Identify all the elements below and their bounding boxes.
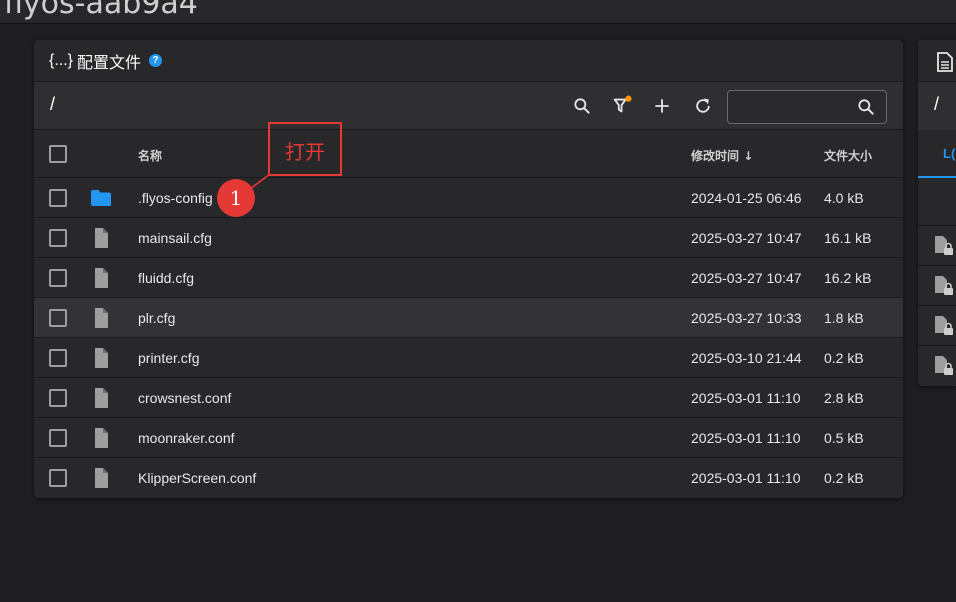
file-name: fluidd.cfg	[138, 270, 195, 286]
add-icon[interactable]	[650, 94, 674, 118]
annotation-number: 1	[229, 186, 243, 210]
side-panel-header	[918, 40, 956, 82]
row-checkbox[interactable]	[49, 229, 67, 247]
file-name: crowsnest.conf	[138, 390, 232, 406]
file-name: printer.cfg	[138, 350, 200, 366]
panel-header: {...} 配置文件 ?	[34, 40, 903, 82]
table-row[interactable]: moonraker.conf 2025-03-01 11:10 0.5 kB	[34, 418, 903, 458]
file-modified: 2025-03-01 11:10	[691, 430, 801, 446]
column-modified-header[interactable]: 修改时间 ↓	[691, 147, 753, 164]
file-modified: 2025-03-01 11:10	[691, 470, 801, 486]
file-name: mainsail.cfg	[138, 230, 212, 246]
search-field-icon	[856, 97, 876, 122]
file-name: .flyos-config	[138, 190, 213, 206]
list-item[interactable]	[918, 306, 956, 346]
filter-icon[interactable]	[610, 94, 634, 118]
file-icon	[95, 428, 108, 448]
file-icon	[95, 228, 108, 248]
table-row[interactable]: KlipperScreen.conf 2025-03-01 11:10 0.2 …	[34, 458, 903, 498]
side-panel: / L(	[918, 40, 956, 386]
file-size: 4.0 kB	[824, 190, 864, 206]
column-size-header[interactable]: 文件大小	[824, 147, 872, 164]
app-header: flyos-aab9a4	[0, 0, 956, 24]
locked-file-icon	[935, 276, 953, 295]
config-files-panel: {...} 配置文件 ? / 名称 修改时间 ↓ 文件大小 .flyos-con…	[34, 40, 903, 498]
column-modified-label: 修改时间	[691, 149, 740, 163]
locked-file-icon	[935, 236, 953, 255]
file-icon	[95, 268, 108, 288]
search-icon[interactable]	[570, 94, 594, 118]
refresh-icon[interactable]	[691, 94, 715, 118]
side-panel-tab-label: L(	[943, 146, 956, 161]
file-toolbar: /	[34, 82, 903, 130]
file-size: 16.1 kB	[824, 230, 872, 246]
annotation-callout: 打开	[268, 122, 342, 176]
file-list: .flyos-config 2024-01-25 06:46 4.0 kB ma…	[34, 178, 903, 498]
file-size: 2.8 kB	[824, 390, 864, 406]
table-row[interactable]: printer.cfg 2025-03-10 21:44 0.2 kB	[34, 338, 903, 378]
side-panel-toolbar: /	[918, 82, 956, 130]
table-row[interactable]: crowsnest.conf 2025-03-01 11:10 2.8 kB	[34, 378, 903, 418]
file-modified: 2025-03-10 21:44	[691, 350, 802, 366]
annotation-label: 打开	[285, 140, 325, 164]
side-panel-path: /	[934, 94, 940, 114]
table-row[interactable]: plr.cfg 2025-03-27 10:33 1.8 kB	[34, 298, 903, 338]
file-size: 1.8 kB	[824, 310, 864, 326]
locked-file-icon	[935, 356, 953, 375]
file-icon	[95, 388, 108, 408]
locked-file-icon	[935, 316, 953, 335]
file-size: 0.5 kB	[824, 430, 864, 446]
row-checkbox[interactable]	[49, 309, 67, 327]
row-checkbox[interactable]	[49, 469, 67, 487]
column-name-header[interactable]: 名称	[138, 147, 162, 164]
file-icon	[95, 308, 108, 328]
table-row[interactable]: mainsail.cfg 2025-03-27 10:47 16.1 kB	[34, 218, 903, 258]
file-modified: 2024-01-25 06:46	[691, 190, 802, 206]
sort-arrow-icon: ↓	[743, 149, 754, 163]
list-item[interactable]	[918, 226, 956, 266]
row-checkbox[interactable]	[49, 429, 67, 447]
window-title: flyos-aab9a4	[4, 0, 198, 21]
file-name: KlipperScreen.conf	[138, 470, 257, 486]
row-checkbox[interactable]	[49, 269, 67, 287]
file-modified: 2025-03-01 11:10	[691, 390, 801, 406]
side-panel-table-header	[918, 178, 956, 226]
annotation-step-badge: 1	[217, 179, 255, 217]
file-modified: 2025-03-27 10:33	[691, 310, 802, 326]
row-checkbox[interactable]	[49, 349, 67, 367]
file-size: 0.2 kB	[824, 470, 864, 486]
help-icon[interactable]: ?	[149, 54, 163, 67]
select-all-checkbox[interactable]	[49, 145, 67, 163]
list-item[interactable]	[918, 346, 956, 386]
file-name: plr.cfg	[138, 310, 176, 326]
document-icon	[937, 52, 953, 72]
file-modified: 2025-03-27 10:47	[691, 230, 802, 246]
file-icon	[95, 468, 108, 488]
folder-icon	[91, 190, 111, 206]
row-checkbox[interactable]	[49, 189, 67, 207]
config-braces-icon: {...}	[49, 51, 74, 69]
list-item[interactable]	[918, 266, 956, 306]
search-input[interactable]	[734, 97, 849, 117]
panel-title: 配置文件	[77, 52, 142, 72]
file-modified: 2025-03-27 10:47	[691, 270, 802, 286]
table-row[interactable]: .flyos-config 2024-01-25 06:46 4.0 kB	[34, 178, 903, 218]
row-checkbox[interactable]	[49, 389, 67, 407]
file-size: 0.2 kB	[824, 350, 864, 366]
file-name: moonraker.conf	[138, 430, 235, 446]
side-panel-tab[interactable]: L(	[918, 130, 956, 178]
current-path: /	[50, 94, 56, 114]
table-row[interactable]: fluidd.cfg 2025-03-27 10:47 16.2 kB	[34, 258, 903, 298]
search-field[interactable]	[727, 90, 887, 124]
table-header: 名称 修改时间 ↓ 文件大小	[34, 130, 903, 178]
file-size: 16.2 kB	[824, 270, 872, 286]
file-icon	[95, 348, 108, 368]
